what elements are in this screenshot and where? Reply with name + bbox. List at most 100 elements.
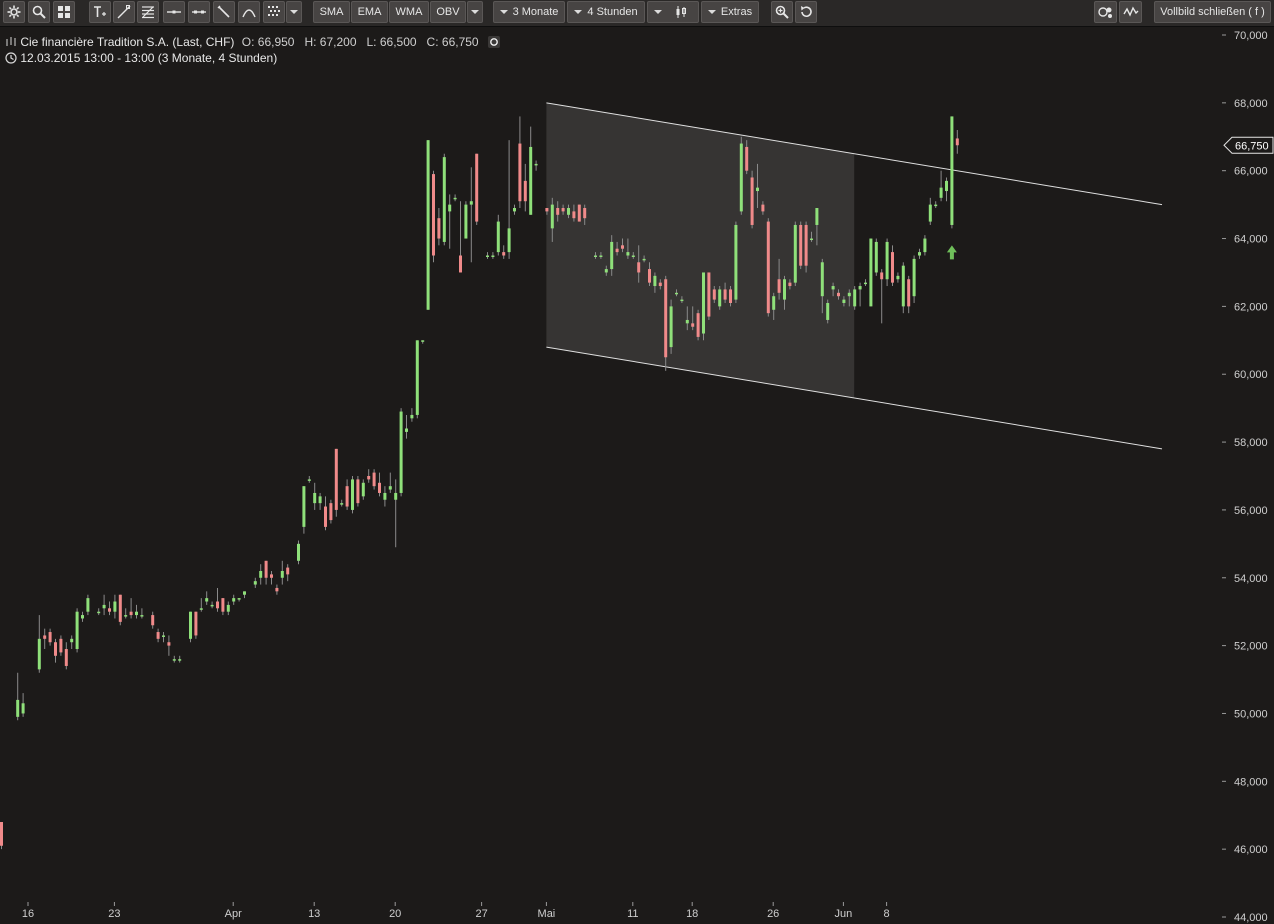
sma-button[interactable]: SMA	[313, 1, 350, 23]
candle-down	[545, 208, 549, 212]
chevron-down-icon	[471, 10, 479, 14]
search-button[interactable]	[28, 1, 50, 23]
indicator-panel-button[interactable]	[1119, 1, 1142, 23]
ema-button[interactable]: EMA	[351, 1, 388, 23]
candle-down	[156, 632, 160, 639]
compare-button[interactable]	[1094, 1, 1117, 23]
y-tick-label: 58,000	[1234, 437, 1268, 449]
candle-up	[810, 238, 813, 241]
obv-button[interactable]: OBV	[430, 1, 466, 23]
candle-down	[788, 282, 792, 287]
candle-down	[43, 635, 47, 639]
candle-up	[610, 241, 614, 270]
candle-up	[496, 221, 500, 253]
curve-tool-button[interactable]	[238, 1, 260, 23]
interval-label: 4 Stunden	[587, 6, 638, 18]
pencil-tool-button[interactable]	[213, 1, 235, 23]
search-icon	[32, 5, 46, 19]
candle-up	[826, 302, 830, 320]
candle-down	[270, 574, 273, 578]
candle-up	[626, 252, 630, 256]
layout-button[interactable]	[53, 1, 75, 23]
candle-up	[680, 299, 684, 302]
info-button[interactable]	[487, 36, 500, 48]
tools-dropdown-button[interactable]	[286, 1, 302, 23]
extras-select[interactable]: Extras	[701, 1, 759, 23]
instrument-name: Cie financière Tradition S.A. (Last, CHF…	[20, 35, 235, 49]
candle-down	[761, 204, 765, 212]
line-tool-button[interactable]	[113, 1, 135, 23]
candle-down	[194, 611, 198, 636]
candle-up	[410, 414, 414, 419]
extras-label: Extras	[720, 6, 753, 18]
candle-up	[853, 289, 857, 307]
candle-down	[799, 224, 803, 266]
candle-down	[64, 649, 68, 666]
chart-type-select[interactable]	[647, 1, 699, 23]
candle-down	[356, 479, 360, 504]
candle-down	[378, 482, 381, 493]
ray-tool-button[interactable]	[188, 1, 210, 23]
gear-icon	[7, 5, 21, 19]
candle-up	[361, 482, 365, 497]
candle-up	[226, 604, 230, 612]
fibonacci-icon	[142, 6, 154, 19]
candle-down	[712, 289, 716, 300]
candle-down	[502, 252, 506, 256]
close-fullscreen-button[interactable]: Vollbild schließen ( f )	[1154, 1, 1271, 23]
candle-up	[513, 208, 516, 212]
candle-up	[815, 208, 819, 225]
y-tick-label: 56,000	[1234, 505, 1268, 517]
candle-up	[70, 638, 74, 643]
candle-down	[216, 601, 219, 609]
price-chart[interactable]: 44,000 46,000 48,000 50,000 52,000 54,000 56,0…	[0, 27, 1274, 924]
candle-down	[804, 224, 808, 266]
candle-up	[631, 255, 635, 257]
reset-button[interactable]	[795, 1, 817, 23]
horizontal-line-button[interactable]	[163, 1, 185, 23]
candle-up	[313, 492, 317, 504]
candle-down	[955, 138, 959, 146]
candle-up	[642, 258, 646, 261]
candle-up	[135, 611, 138, 616]
interval-select[interactable]: 4 Stunden	[567, 1, 645, 23]
indicators-dropdown-button[interactable]	[467, 1, 483, 23]
candle-up	[918, 252, 921, 256]
candle-down	[367, 476, 371, 480]
wma-button[interactable]: WMA	[389, 1, 429, 23]
channel-fill	[546, 102, 855, 398]
candle-down	[837, 292, 840, 297]
fibonacci-tool-button[interactable]	[137, 1, 159, 23]
candle-up	[210, 604, 214, 607]
ohlc-values: O: 66,950 H: 67,200 L: 66,500 C: 66,750	[241, 35, 479, 49]
text-tool-button[interactable]	[89, 1, 111, 23]
chart-datetime: 12.03.2015 13:00 - 13:00 (3 Monate, 4 St…	[5, 51, 277, 65]
zoom-button[interactable]	[771, 1, 793, 23]
y-tick-label: 46,000	[1234, 844, 1268, 856]
candle-down	[523, 180, 527, 202]
range-select[interactable]: 3 Monate	[493, 1, 565, 23]
x-tick-label: Mai	[538, 908, 556, 920]
horizontal-line-icon	[167, 10, 181, 14]
settings-button[interactable]	[3, 1, 25, 23]
candle-down	[372, 472, 376, 487]
candle-up	[388, 486, 392, 490]
candle-down	[664, 279, 668, 358]
candle-down	[518, 143, 522, 202]
x-tick-label: 20	[389, 908, 401, 920]
candle-down	[880, 272, 884, 280]
candle-up	[945, 180, 948, 192]
candle-up	[491, 255, 495, 257]
candle-down	[345, 486, 349, 507]
candle-up	[939, 187, 943, 198]
candle-up	[912, 258, 916, 297]
candle-up	[113, 601, 117, 612]
candle-up	[318, 496, 322, 504]
range-label: 3 Monate	[512, 6, 559, 18]
chevron-down-icon	[499, 10, 508, 15]
candle-up	[86, 598, 90, 612]
last-price-label: 66,750	[1235, 140, 1269, 152]
candle-down	[459, 255, 462, 273]
pattern-tool-button[interactable]	[263, 1, 285, 23]
candle-up	[237, 598, 241, 600]
